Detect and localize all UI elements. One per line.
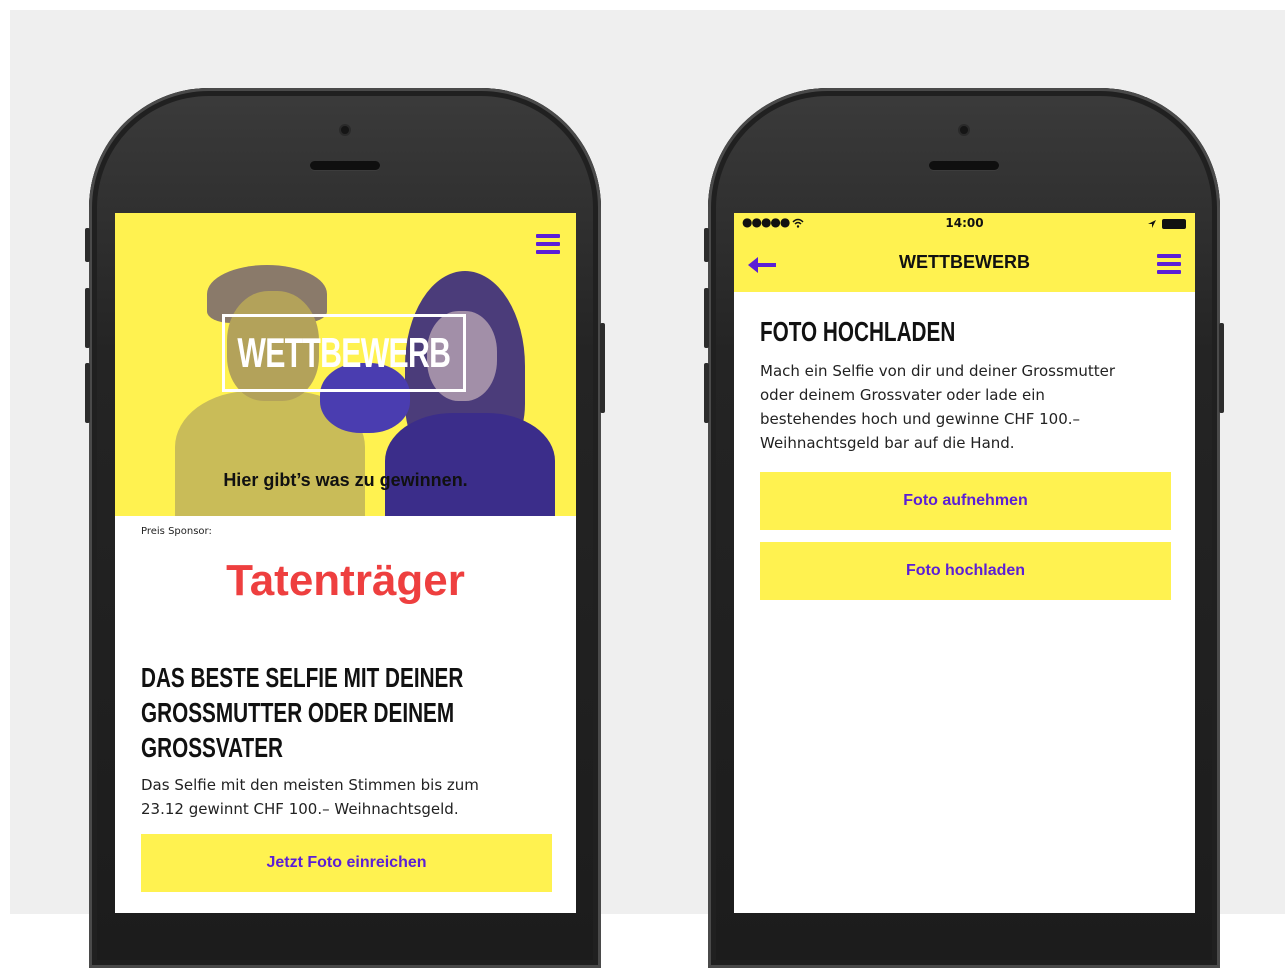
nav-bar: WETTBEWERB: [734, 235, 1195, 292]
phone-volume-down: [85, 363, 90, 423]
nav-title: WETTBEWERB: [899, 252, 1030, 272]
headline-line: GROSSMUTTER ODER DEINEM: [141, 697, 455, 728]
hero-tagline: Hier gibt’s was zu gewinnen.: [223, 470, 468, 490]
location-icon: [1148, 220, 1156, 228]
phone-volume-up: [704, 288, 709, 348]
headline-line: GROSSVATER: [141, 732, 283, 763]
take-photo-button[interactable]: Foto aufnehmen: [760, 472, 1171, 530]
description-line: bestehendes hoch und gewinne CHF 100.–: [760, 410, 1081, 428]
phone-mute-switch: [704, 228, 709, 262]
description-line: Mach ein Selfie von dir und deiner Gross…: [760, 362, 1116, 380]
upload-photo-button[interactable]: Foto hochladen: [760, 542, 1171, 600]
headline-line: DAS BESTE SELFIE MIT DEINER: [141, 662, 464, 693]
phone-mute-switch: [85, 228, 90, 262]
description-line: Das Selfie mit den meisten Stimmen bis z…: [141, 776, 479, 794]
competition-description: Das Selfie mit den meisten Stimmen bis z…: [141, 773, 479, 821]
hamburger-menu-icon[interactable]: [1157, 254, 1181, 274]
submit-photo-button[interactable]: Jetzt Foto einreichen: [141, 834, 552, 892]
phone-left: WETTBEWERB Hier gibt’s was zu gewinnen. …: [85, 88, 605, 968]
hero-banner: WETTBEWERB Hier gibt’s was zu gewinnen.: [115, 213, 576, 516]
hero-photo-girl: [385, 413, 555, 516]
battery-icon: [1162, 219, 1186, 229]
hero-logo-text: WETTBEWERB: [237, 329, 452, 376]
description-line: oder deinem Grossvater oder lade ein: [760, 386, 1045, 404]
hamburger-menu-icon[interactable]: [536, 234, 560, 254]
screen-competition-landing: WETTBEWERB Hier gibt’s was zu gewinnen. …: [115, 213, 576, 913]
phone-volume-up: [85, 288, 90, 348]
screen-photo-upload: ●●●●● 14:00 WETTBEWERB FOTO HOCHLADEN Ma…: [734, 213, 1195, 913]
description-line: Weihnachtsgeld bar auf die Hand.: [760, 434, 1015, 452]
phone-volume-down: [704, 363, 709, 423]
hero-logo: WETTBEWERB: [222, 314, 466, 392]
phone-power-button: [1219, 323, 1224, 413]
upload-description: Mach ein Selfie von dir und deiner Gross…: [760, 359, 1115, 455]
description-line: 23.12 gewinnt CHF 100.– Weihnachtsgeld.: [141, 800, 459, 818]
sponsor-logo[interactable]: Tatenträger: [115, 556, 576, 606]
front-camera: [960, 126, 968, 134]
status-bar: ●●●●● 14:00: [734, 213, 1195, 235]
phone-earpiece: [310, 161, 380, 170]
sponsor-label: Preis Sponsor:: [141, 526, 212, 537]
phone-earpiece: [929, 161, 999, 170]
phone-power-button: [600, 323, 605, 413]
competition-headline: DAS BESTE SELFIE MIT DEINER GROSSMUTTER …: [141, 660, 555, 765]
front-camera: [341, 126, 349, 134]
section-title: FOTO HOCHLADEN: [760, 316, 956, 347]
status-time: 14:00: [945, 216, 984, 230]
phone-right: ●●●●● 14:00 WETTBEWERB FOTO HOCHLADEN Ma…: [704, 88, 1224, 968]
